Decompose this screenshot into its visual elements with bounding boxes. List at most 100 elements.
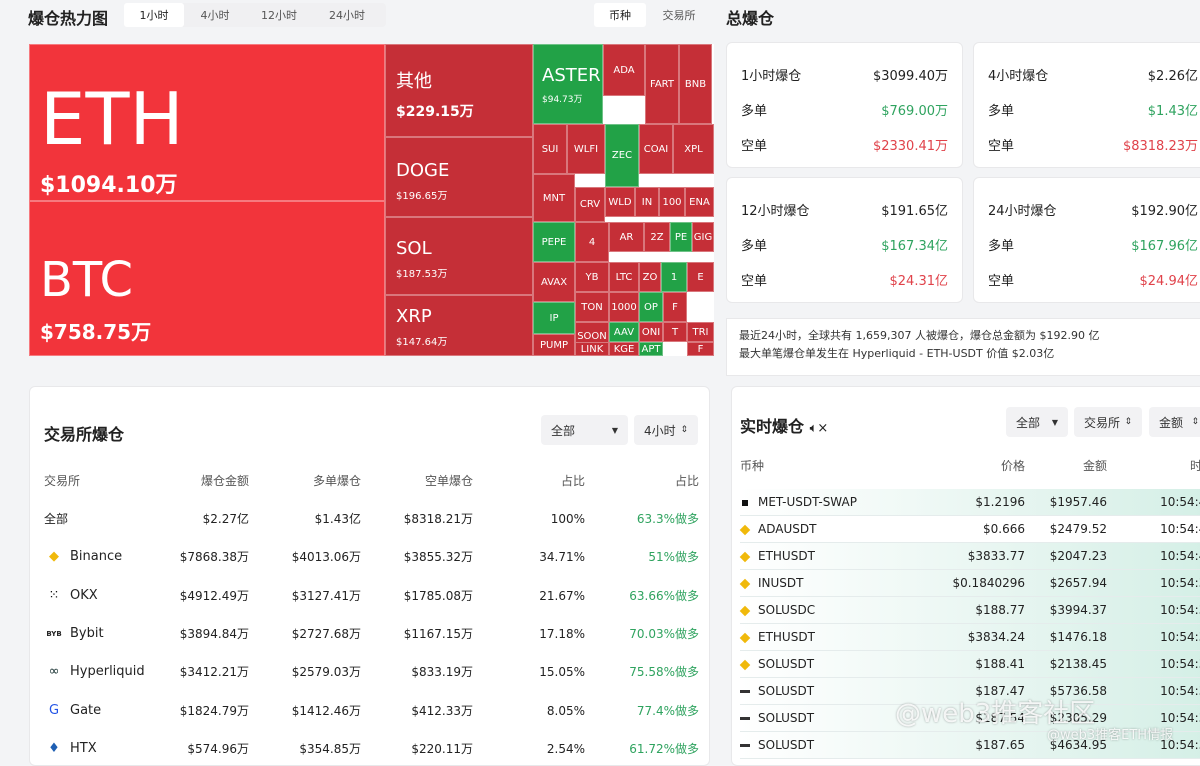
tile-ena[interactable]: ENA: [685, 187, 714, 217]
tile-tri[interactable]: TRI: [687, 322, 714, 342]
tile-ada[interactable]: ADA: [603, 44, 645, 96]
short-label: 空单: [988, 274, 1015, 289]
tile-coai[interactable]: COAI: [639, 124, 673, 174]
long-label: 多单: [988, 104, 1015, 119]
table-row[interactable]: ∞ Hyperliquid $3412.21万 $2579.03万 $833.19万 15…: [44, 657, 699, 687]
card-total: $2.26亿: [1147, 69, 1198, 84]
tile-pepe[interactable]: PEPE: [533, 222, 575, 262]
tile-kge[interactable]: KGE: [609, 342, 639, 356]
tile-1[interactable]: 1: [661, 262, 687, 292]
list-item[interactable]: MET-USDT-SWAP $1.2196 $1957.46 10:54:47: [740, 489, 1200, 516]
filter-exchange[interactable]: 交易所 ⇕: [1074, 407, 1142, 437]
tile-zo[interactable]: ZO: [639, 262, 661, 292]
tile-pe[interactable]: PE: [670, 222, 692, 252]
tab-4h[interactable]: 4小时: [184, 3, 246, 27]
tile-ar[interactable]: AR: [609, 222, 644, 252]
cell-time: 10:54:37: [1160, 576, 1200, 590]
speaker-muted-icon[interactable]: 🔈︎×: [810, 421, 829, 436]
tile-op[interactable]: OP: [639, 292, 663, 322]
tile-f[interactable]: F: [687, 342, 714, 356]
tab-1h[interactable]: 1小时: [124, 3, 184, 27]
list-item[interactable]: INUSDT $0.1840296 $2657.94 10:54:37: [739, 570, 1200, 597]
cell-short: $412.33万: [411, 703, 473, 718]
tile-gig[interactable]: GIG: [692, 222, 714, 252]
tile-t[interactable]: T: [663, 322, 687, 342]
table-row[interactable]: ◆ Binance $7868.38万 $4013.06万 $3855.32万 34.71…: [44, 542, 699, 572]
tile-ltc[interactable]: LTC: [609, 262, 639, 292]
exchange-select[interactable]: 全部 ▼: [541, 415, 628, 445]
tile-xrp[interactable]: XRP $147.64万: [385, 295, 533, 356]
tile-bnb[interactable]: BNB: [679, 44, 712, 124]
tile-symbol: SOL: [396, 238, 432, 259]
tile-aster[interactable]: ASTER $94.73万: [533, 44, 603, 124]
cell-amt: $1476.18: [1049, 630, 1107, 644]
long-label: 多单: [988, 239, 1015, 254]
tile-avax[interactable]: AVAX: [533, 262, 575, 302]
list-item[interactable]: SOLUSDC $188.77 $3994.37 10:54:35: [739, 597, 1200, 624]
tile-mnt[interactable]: MNT: [533, 174, 575, 222]
tile-others[interactable]: 其他 $229.15万: [385, 44, 533, 137]
table-row[interactable]: ⁙ OKX $4912.49万 $3127.41万 $1785.08万 21.67% 63.…: [44, 581, 699, 611]
tile-aav[interactable]: AAV: [609, 322, 639, 342]
bybit-logo-icon: [740, 690, 750, 693]
tile-yb[interactable]: YB: [575, 262, 609, 292]
cell-time: 10:54:35: [1160, 603, 1200, 617]
table-row[interactable]: BYB Bybit $3894.84万 $2727.68万 $1167.15万 17.18…: [44, 619, 699, 649]
exchange-name-cell: 全部: [44, 504, 184, 534]
tile-100[interactable]: 100: [659, 187, 685, 217]
filter-all[interactable]: 全部 ▼: [1006, 407, 1068, 437]
tile-fart[interactable]: FART: [645, 44, 679, 124]
tile-crv[interactable]: CRV: [575, 187, 605, 222]
tile-btc[interactable]: BTC $758.75万: [29, 201, 385, 356]
list-item[interactable]: ETHUSDT $3833.77 $2047.23 10:54:40: [739, 543, 1200, 570]
tile-pump[interactable]: PUMP: [533, 334, 575, 356]
header-cell: 占比: [674, 474, 699, 488]
tile-xpl[interactable]: XPL: [673, 124, 714, 174]
tile-symbol: XRP: [396, 306, 432, 327]
tile-sui[interactable]: SUI: [533, 124, 567, 174]
tile-f[interactable]: F: [663, 292, 687, 322]
list-item[interactable]: ADAUSDT $0.666 $2479.52 10:54:43: [739, 516, 1200, 543]
tile-eth[interactable]: ETH $1094.10万: [29, 44, 385, 201]
tile-in[interactable]: IN: [635, 187, 659, 217]
long-label: 多单: [741, 239, 768, 254]
tab-coin[interactable]: 币种: [594, 3, 646, 27]
tile-symbol: ASTER: [542, 65, 601, 86]
cell-long: $3127.41万: [291, 588, 361, 603]
list-item[interactable]: SOLUSDT $188.41 $2138.45 10:54:34: [739, 651, 1200, 678]
tile-1000[interactable]: 1000: [609, 292, 639, 322]
tab-exchange[interactable]: 交易所: [646, 3, 712, 27]
cell-amt: $2047.23: [1049, 549, 1107, 563]
tile-sol[interactable]: SOL $187.53万: [385, 217, 533, 295]
tile-wld[interactable]: WLD: [605, 187, 635, 217]
tile-ton[interactable]: TON: [575, 292, 609, 322]
symbol-cell: SOLUSDT: [740, 705, 814, 732]
list-item[interactable]: ETHUSDT $3834.24 $1476.18 10:54:34: [739, 624, 1200, 651]
table-row[interactable]: 全部 $2.27亿 $1.43亿 $8318.21万 100% 63.3%做多: [44, 504, 699, 534]
table-row[interactable]: G Gate $1824.79万 $1412.46万 $412.33万 8.05% 77.4…: [44, 696, 699, 726]
range-select[interactable]: 4小时 ⇕: [634, 415, 698, 445]
bybit-logo-icon: [740, 717, 750, 720]
tile-doge[interactable]: DOGE $196.65万: [385, 137, 533, 217]
table-row[interactable]: ♦ HTX $574.96万 $354.85万 $220.11万 2.54% 61.72%做…: [44, 734, 699, 764]
cell-price: $188.77: [975, 603, 1025, 617]
tile-e[interactable]: E: [687, 262, 714, 292]
tab-24h[interactable]: 24小时: [312, 3, 382, 27]
select-value: 全部: [551, 423, 576, 438]
tile-link[interactable]: LINK: [575, 342, 609, 356]
cell-short: $220.11万: [411, 741, 473, 756]
tile-zec[interactable]: ZEC: [605, 124, 639, 187]
cell-side: 61.72%做多: [629, 741, 699, 756]
tile-4[interactable]: 4: [575, 222, 609, 262]
tile-2z[interactable]: 2Z: [644, 222, 670, 252]
tile-ip[interactable]: IP: [533, 302, 575, 334]
tile-wlfi[interactable]: WLFI: [567, 124, 605, 174]
tile-apt[interactable]: APT: [639, 342, 663, 356]
tile-oni[interactable]: ONI: [639, 322, 663, 342]
symbol-text: ETHUSDT: [758, 630, 815, 644]
card-total: $192.90亿: [1131, 204, 1198, 219]
tile-value: $147.64万: [396, 337, 448, 348]
symbol-cell: ETHUSDT: [739, 624, 815, 651]
filter-amount[interactable]: 金额 ⇕: [1149, 407, 1200, 437]
tab-12h[interactable]: 12小时: [246, 3, 312, 27]
